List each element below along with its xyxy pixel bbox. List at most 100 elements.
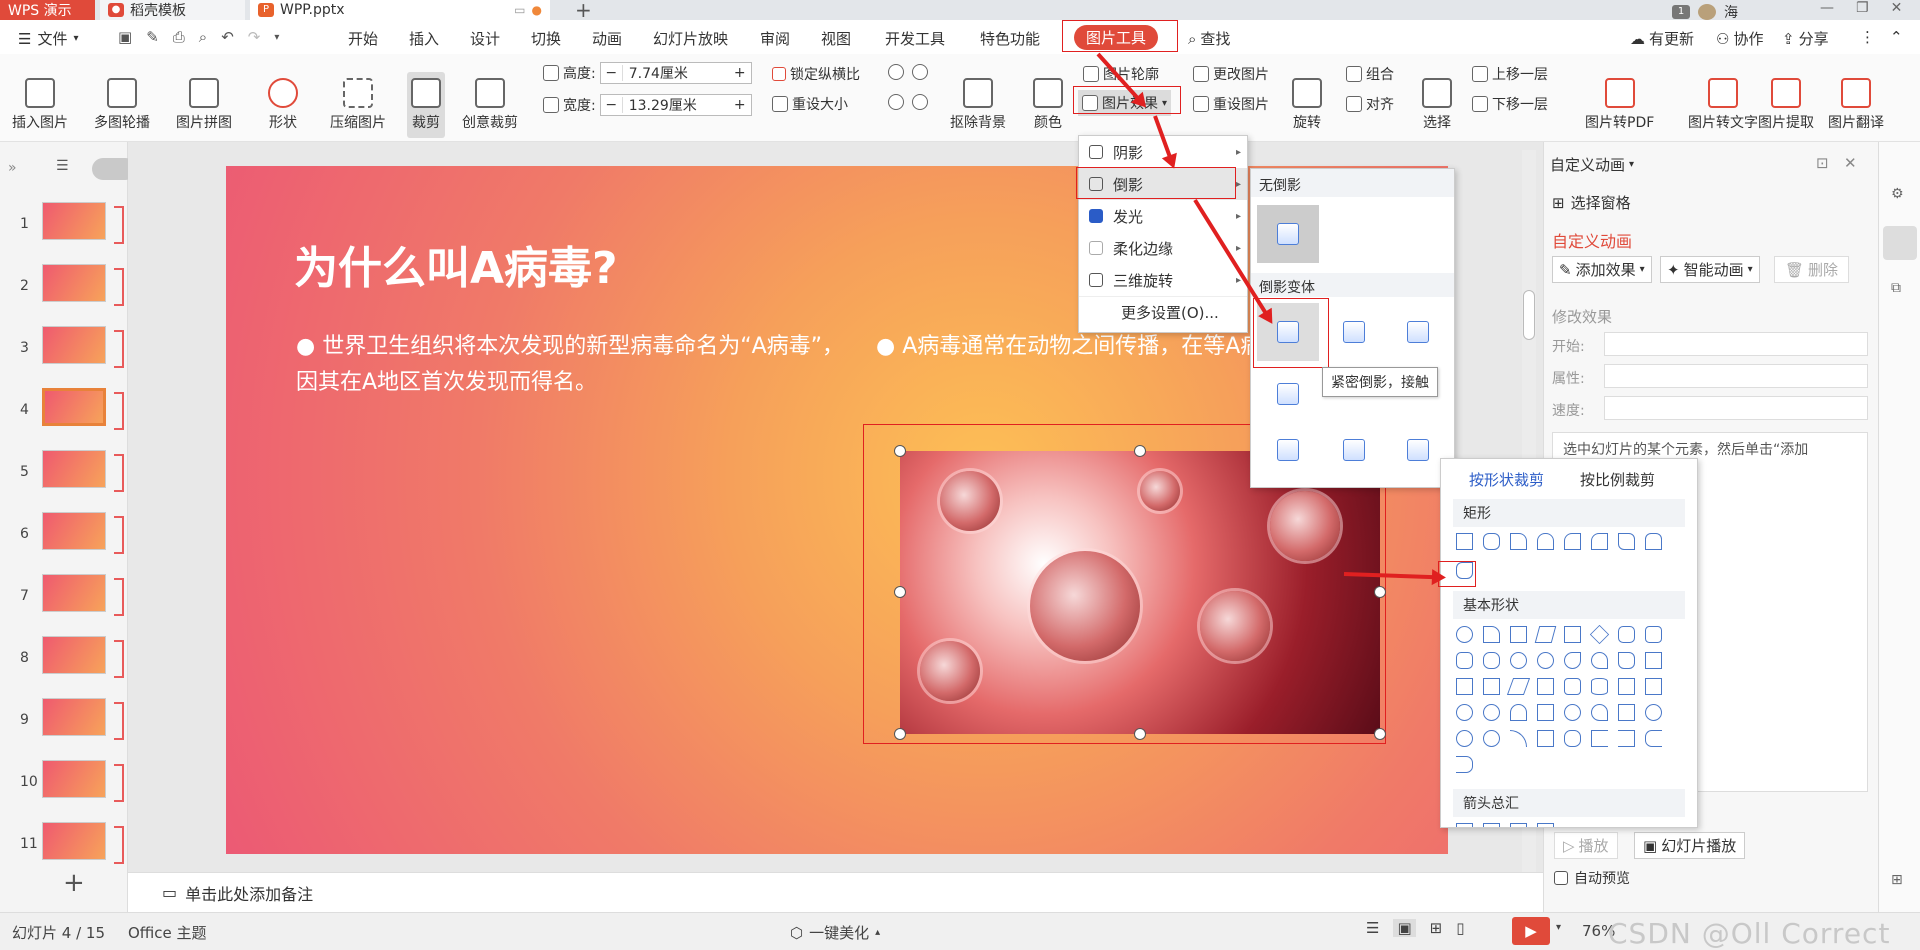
menu-item-3d-rotation[interactable]: 三维旋转 ▸ xyxy=(1079,264,1247,296)
maximize-icon[interactable]: ❐ xyxy=(1856,0,1869,16)
shape-dodecagon[interactable] xyxy=(1537,652,1554,669)
remove-background-button[interactable]: 抠除背景 xyxy=(950,78,1006,132)
update-button[interactable]: ☁ 有更新 xyxy=(1630,28,1694,49)
shape-can[interactable] xyxy=(1591,678,1608,695)
crop-button[interactable]: 裁剪 xyxy=(407,72,445,138)
add-effect-button[interactable]: ✎ 添加效果 ▾ xyxy=(1552,256,1652,283)
shape-l-shape[interactable] xyxy=(1483,678,1500,695)
user-name[interactable]: 海 xyxy=(1724,2,1738,22)
slide-thumbnail[interactable]: 8 xyxy=(0,634,128,686)
slide-thumbnail[interactable]: 7 xyxy=(0,572,128,624)
panel-header[interactable]: 自定义动画 ▾ xyxy=(1550,154,1634,175)
shape-right-bracket[interactable] xyxy=(1618,730,1635,747)
menu-item-more-settings[interactable]: 更多设置(O)... xyxy=(1079,296,1247,328)
layers-icon[interactable]: ⧉ xyxy=(1891,280,1901,296)
chevron-down-icon[interactable]: ▾ xyxy=(1556,922,1561,933)
to-pdf-button[interactable]: 图片转PDF xyxy=(1585,78,1654,132)
shape-snip-rect[interactable] xyxy=(1510,533,1527,550)
reset-size-button[interactable]: 重设大小 xyxy=(772,94,848,114)
select-button[interactable]: 选择 xyxy=(1422,78,1452,132)
shape-pie[interactable] xyxy=(1564,652,1581,669)
shape-half-frame[interactable] xyxy=(1456,678,1473,695)
collapse-panel-icon[interactable]: » xyxy=(8,160,17,176)
print-preview-icon[interactable]: ⌕ xyxy=(199,28,207,46)
shape-bevel[interactable] xyxy=(1645,678,1662,695)
smart-animation-button[interactable]: ✦ 智能动画 ▾ xyxy=(1660,256,1760,283)
shape-left-brace[interactable] xyxy=(1645,730,1662,747)
customize-icon[interactable]: ▾ xyxy=(274,32,279,43)
shape-pentagon[interactable] xyxy=(1618,626,1635,643)
format-painter-icon[interactable]: ✎ xyxy=(146,28,159,46)
resize-handle[interactable] xyxy=(1134,728,1146,740)
resize-handle[interactable] xyxy=(1374,586,1386,598)
reflection-option[interactable] xyxy=(1343,321,1365,343)
resize-handle[interactable] xyxy=(894,586,906,598)
undo-icon[interactable]: ↶ xyxy=(221,28,234,46)
tab-crop-by-ratio[interactable]: 按比例裁剪 xyxy=(1544,469,1655,490)
notes-bar[interactable]: ▭ 单击此处添加备注 xyxy=(128,872,1543,912)
delete-button[interactable]: 🗑 删除 xyxy=(1774,256,1850,283)
auto-preview-checkbox[interactable]: 自动预览 xyxy=(1554,868,1630,888)
shape-donut[interactable] xyxy=(1456,704,1473,721)
rotate-left-icon[interactable] xyxy=(888,64,904,80)
shape-teardrop[interactable] xyxy=(1618,652,1635,669)
scroll-thumb[interactable] xyxy=(1523,290,1535,340)
shape-button[interactable]: 形状 xyxy=(268,78,298,132)
menu-home[interactable]: 开始 xyxy=(348,28,378,49)
reflection-option[interactable] xyxy=(1407,321,1429,343)
menu-review[interactable]: 审阅 xyxy=(760,28,790,49)
shape-cube[interactable] xyxy=(1618,678,1635,695)
shape-frame[interactable] xyxy=(1645,652,1662,669)
reflection-option[interactable] xyxy=(1277,439,1299,461)
redo-icon[interactable]: ↷ xyxy=(248,28,261,46)
collab-button[interactable]: ⚇ 协作 xyxy=(1716,28,1763,49)
settings-icon[interactable]: ⚙ xyxy=(1891,186,1904,202)
tab-wpp-file[interactable]: P WPP.pptx ▭ ● xyxy=(250,0,550,20)
bring-forward-button[interactable]: 上移一层 xyxy=(1472,64,1548,84)
monitor-icon[interactable]: ▭ xyxy=(514,3,525,17)
shape-decagon[interactable] xyxy=(1510,652,1527,669)
reset-picture-button[interactable]: 重设图片 xyxy=(1193,94,1269,114)
tab-docer-template[interactable]: ● 稻壳模板 xyxy=(100,0,245,20)
minimize-icon[interactable]: — xyxy=(1820,0,1834,16)
shape-moon[interactable] xyxy=(1456,730,1473,747)
translate-button[interactable]: 图片翻译 xyxy=(1828,78,1884,132)
menu-animation[interactable]: 动画 xyxy=(592,28,622,49)
flip-v-icon[interactable] xyxy=(912,94,928,110)
reading-view-icon[interactable]: ▯ xyxy=(1456,919,1464,937)
extract-button[interactable]: 图片提取 xyxy=(1758,78,1814,132)
insert-picture-button[interactable]: 插入图片 xyxy=(12,78,68,132)
shape-double-brace[interactable] xyxy=(1564,730,1581,747)
shape-left-arrow[interactable] xyxy=(1483,823,1500,827)
rotate-right-icon[interactable] xyxy=(912,64,928,80)
shape-snip-corner[interactable] xyxy=(1564,533,1581,550)
menu-item-glow[interactable]: 发光 ▸ xyxy=(1079,200,1247,232)
shape-hexagon[interactable] xyxy=(1645,626,1662,643)
align-button[interactable]: 对齐 xyxy=(1346,94,1394,114)
shape-no-symbol[interactable] xyxy=(1483,704,1500,721)
multi-carousel-button[interactable]: 多图轮播 xyxy=(94,78,150,132)
increment-icon[interactable]: + xyxy=(729,65,751,81)
more-icon[interactable]: ⋮ xyxy=(1860,28,1875,46)
shape-heptagon[interactable] xyxy=(1456,652,1473,669)
shape-lightning[interactable] xyxy=(1618,704,1635,721)
play-slideshow-icon[interactable]: ▶ xyxy=(1512,917,1550,945)
lock-icon[interactable]: ⊡ xyxy=(1816,154,1829,172)
lock-ratio-checkbox[interactable]: 锁定纵横比 xyxy=(772,64,860,84)
shape-down-arrow[interactable] xyxy=(1537,823,1554,827)
resize-handle[interactable] xyxy=(1374,728,1386,740)
creative-crop-button[interactable]: 创意裁剪 xyxy=(462,78,518,132)
collapse-ribbon-icon[interactable]: ⌃ xyxy=(1890,28,1903,46)
animation-tab-icon[interactable] xyxy=(1883,226,1917,260)
slide-thumbnail[interactable]: 3 xyxy=(0,324,128,376)
speed-select[interactable] xyxy=(1604,396,1868,420)
shape-plaque[interactable] xyxy=(1564,678,1581,695)
resize-handle[interactable] xyxy=(894,445,906,457)
shape-left-bracket[interactable] xyxy=(1591,730,1608,747)
shape-parallelogram[interactable] xyxy=(1534,626,1557,643)
slide-thumbnail[interactable]: 6 xyxy=(0,510,128,562)
menu-transition[interactable]: 切换 xyxy=(531,28,561,49)
sorter-view-icon[interactable]: ⊞ xyxy=(1430,919,1443,937)
resize-handle[interactable] xyxy=(1134,445,1146,457)
decrement-icon[interactable]: − xyxy=(601,65,623,81)
